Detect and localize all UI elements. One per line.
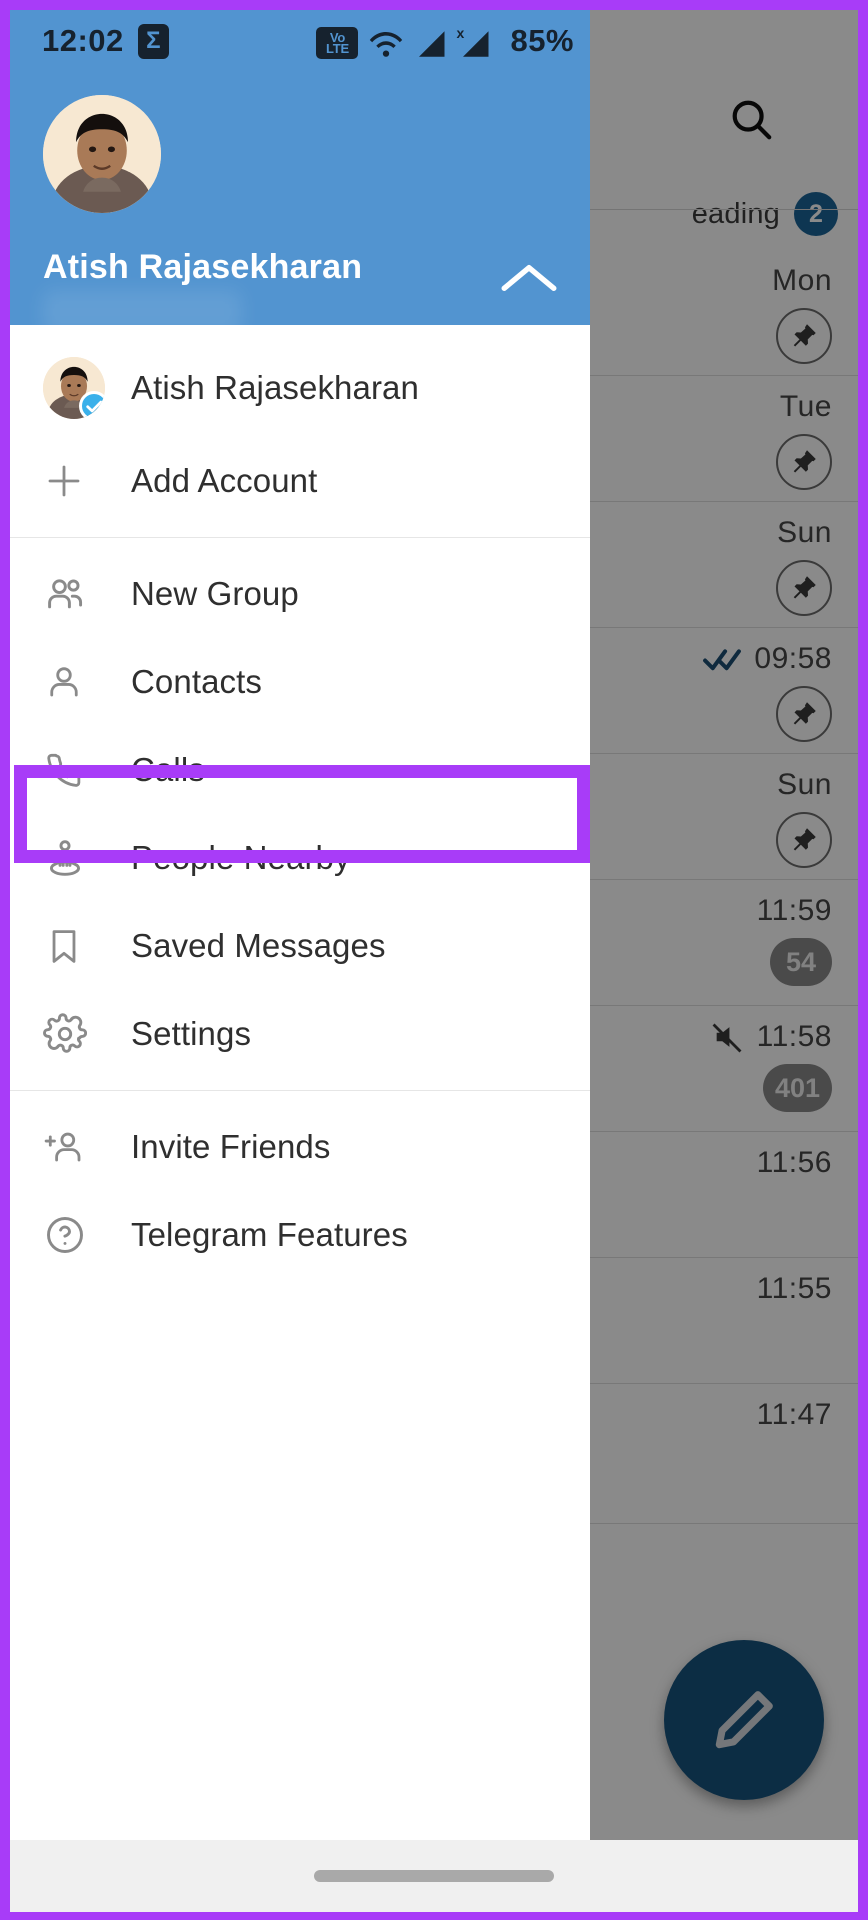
profile-name: Atish Rajasekharan (43, 248, 363, 286)
menu-item-label: Add Account (131, 462, 318, 499)
account-avatar (43, 357, 105, 419)
chevron-up-icon[interactable] (498, 258, 560, 298)
profile-avatar[interactable] (43, 95, 161, 213)
phone-icon (43, 749, 105, 791)
bookmark-icon (43, 925, 105, 967)
menu-item-invite-friends[interactable]: Invite Friends (10, 1103, 590, 1191)
menu-item-calls[interactable]: Calls (10, 726, 590, 814)
menu-item-atish-rajasekharan[interactable]: Atish Rajasekharan (10, 339, 590, 437)
menu-item-label: People Nearby (131, 839, 351, 876)
header-blur-overlay (42, 290, 242, 334)
menu-divider (10, 1090, 590, 1091)
menu-item-contacts[interactable]: Contacts (10, 638, 590, 726)
battery-percent: 85% (510, 23, 574, 58)
plus-icon (43, 460, 105, 502)
gear-icon (43, 1012, 105, 1056)
menu-item-label: Atish Rajasekharan (131, 369, 419, 406)
drawer-menu: Atish Rajasekharan Add Account New Group Co… (10, 325, 590, 1279)
menu-divider (10, 537, 590, 538)
signal-bars-icon (414, 29, 448, 59)
menu-item-label: Contacts (131, 663, 263, 700)
people-icon (43, 572, 105, 616)
menu-item-add-account[interactable]: Add Account (10, 437, 590, 525)
menu-item-label: Settings (131, 1015, 252, 1052)
system-navigation-bar (10, 1840, 858, 1912)
menu-item-label: Calls (131, 751, 205, 788)
menu-item-saved-messages[interactable]: Saved Messages (10, 902, 590, 990)
wifi-icon (368, 29, 404, 59)
phone-screen: eading 2 MonTueSun09:58Sun11:5954..11:58… (0, 0, 868, 1920)
menu-item-telegram-features[interactable]: Telegram Features (10, 1191, 590, 1279)
person-icon (43, 661, 105, 703)
drawer-header: 12:02 Σ Vo LTE x 85% Atish Rajasekharan (10, 10, 590, 334)
menu-item-people-nearby[interactable]: People Nearby (10, 814, 590, 902)
menu-item-label: New Group (131, 575, 299, 612)
menu-item-label: Telegram Features (131, 1216, 408, 1253)
status-bar: 12:02 Σ Vo LTE x 85% (10, 10, 590, 72)
verified-check-icon (79, 391, 105, 419)
menu-item-label: Invite Friends (131, 1128, 331, 1165)
signal-bars-x-icon: x (456, 25, 492, 59)
menu-item-label: Saved Messages (131, 927, 386, 964)
volte-icon: Vo LTE (316, 27, 359, 59)
account-avatar-image (43, 357, 105, 419)
menu-item-settings[interactable]: Settings (10, 990, 590, 1078)
person-add-icon (43, 1126, 105, 1168)
gesture-pill[interactable] (314, 1870, 554, 1882)
status-bar-clock: 12:02 (42, 23, 124, 58)
people-nearby-icon (43, 836, 105, 880)
navigation-drawer: 12:02 Σ Vo LTE x 85% Atish Rajasekharan … (10, 10, 590, 1840)
menu-item-new-group[interactable]: New Group (10, 550, 590, 638)
sigma-icon: Σ (137, 23, 169, 59)
question-circle-icon (43, 1213, 105, 1257)
volte-icon-line2: LTE (325, 41, 349, 56)
